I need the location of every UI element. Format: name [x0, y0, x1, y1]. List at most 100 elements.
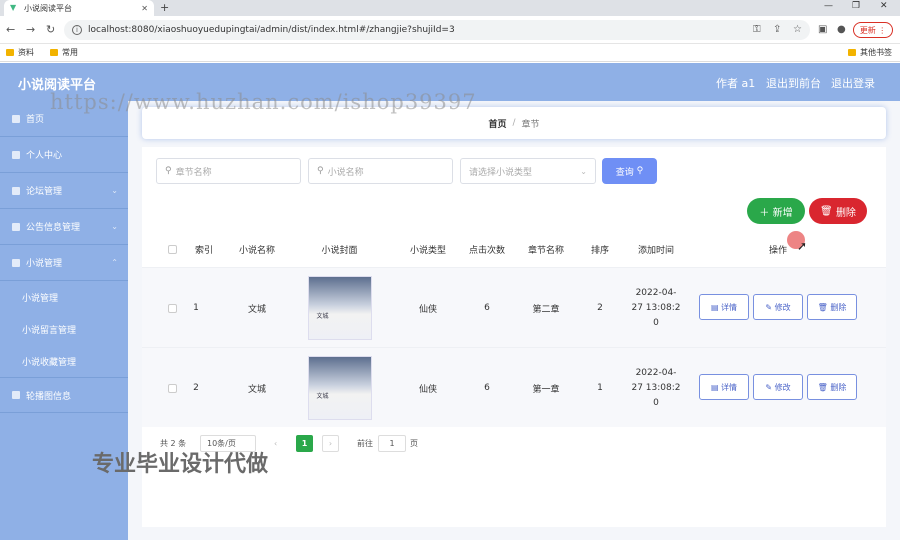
row-checkbox[interactable] [162, 348, 182, 428]
sidebar-subitem-novel-manage[interactable]: 小说管理 [0, 281, 128, 313]
edit-button[interactable]: ✎ 修改 [753, 374, 803, 400]
time-line: 27 13:08:2 [631, 382, 681, 393]
edit-button[interactable]: ✎ 修改 [753, 294, 803, 320]
back-to-front-link[interactable]: 退出到前台 [766, 75, 821, 91]
browser-tab[interactable]: ▼ 小说阅读平台 ✕ [4, 0, 154, 16]
placeholder-text: 章节名称 [175, 167, 212, 178]
query-button[interactable]: 查询 ⚲ [602, 158, 657, 184]
sidebar-subitem-novel-favorites[interactable]: 小说收藏管理 [0, 345, 128, 377]
time-line: 27 13:08:2 [631, 302, 681, 313]
folder-icon [50, 49, 58, 56]
profile-icon[interactable]: ● [837, 24, 846, 35]
forward-icon[interactable]: → [26, 23, 35, 36]
vue-logo-icon: ▼ [10, 3, 17, 12]
sidebar-item-label: 个人中心 [26, 151, 63, 161]
close-tab-icon[interactable]: ✕ [141, 4, 148, 13]
table-row: 2 文城 文城 仙侠 6 第一章 1 2022-04- 27 13:08:2 0… [142, 347, 886, 427]
update-label: 更新 [859, 25, 876, 35]
update-button[interactable]: 更新 ⋮ [853, 22, 893, 38]
doc-icon: ▤ [710, 382, 719, 392]
sidepanel-icon[interactable]: ▣ [818, 24, 827, 35]
address-bar[interactable]: i localhost:8080/xiaoshuoyuedupingtai/ad… [64, 20, 810, 40]
tab-title: 小说阅读平台 [24, 3, 72, 13]
mouse-cursor-icon: ➚ [797, 239, 808, 253]
reload-icon[interactable]: ↻ [46, 23, 55, 36]
back-icon[interactable]: ← [6, 23, 15, 36]
bookmark-label: 其他书签 [860, 48, 892, 57]
search-icon: ⚲ [317, 166, 324, 176]
add-button[interactable]: ＋ 新增 [747, 198, 805, 224]
time-line: 2022-04- [635, 367, 677, 378]
detail-button[interactable]: ▤ 详情 [699, 374, 749, 400]
novel-name-input[interactable]: ⚲ 小说名称 [308, 158, 453, 184]
grid-icon [12, 391, 20, 399]
edit-label: 修改 [774, 382, 791, 392]
new-tab-icon[interactable]: + [160, 1, 169, 14]
novel-type-select[interactable]: 请选择小说类型 ⌄ [460, 158, 596, 184]
novel-cover-image: 文城 [307, 356, 372, 420]
table-row: 1 文城 文城 仙侠 6 第二章 2 2022-04- 27 13:08:2 0… [142, 267, 886, 347]
sidebar-item-forum[interactable]: 论坛管理 ⌄ [0, 173, 128, 209]
sidebar-item-label: 小说管理 [26, 259, 63, 269]
col-chapter: 章节名称 [527, 245, 564, 256]
delete-label: 删除 [830, 382, 847, 392]
sidebar-subitem-label: 小说管理 [22, 293, 59, 304]
chapter-name-input[interactable]: ⚲ 章节名称 [156, 158, 301, 184]
logout-link[interactable]: 退出登录 [831, 75, 875, 91]
select-all-checkbox[interactable] [162, 231, 182, 267]
bookmark-folder-other[interactable]: 其他书签 [848, 47, 892, 58]
col-type: 小说类型 [409, 245, 446, 256]
delete-row-button[interactable]: 🗑 删除 [807, 374, 857, 400]
next-page-icon[interactable]: › [322, 435, 339, 452]
detail-button[interactable]: ▤ 详情 [699, 294, 749, 320]
window-close-icon[interactable]: ✕ [880, 1, 888, 11]
cell-clicks: 6 [484, 383, 490, 393]
time-line: 0 [653, 397, 659, 408]
trash-icon: 🗑 [817, 302, 828, 312]
col-clicks: 点击次数 [468, 245, 505, 256]
restore-icon[interactable]: ❐ [852, 1, 860, 11]
cell-type: 仙侠 [418, 384, 437, 395]
breadcrumb-home[interactable]: 首页 [488, 117, 506, 130]
cell-cover: 文城 [292, 348, 387, 428]
page-number-current[interactable]: 1 [296, 435, 313, 452]
book-icon [12, 258, 20, 267]
sidebar-subitem-label: 小说收藏管理 [22, 357, 77, 368]
forum-icon [12, 186, 20, 195]
bookmark-folder-changyong[interactable]: 常用 [50, 47, 78, 58]
delete-row-button[interactable]: 🗑 删除 [807, 294, 857, 320]
sidebar-item-profile[interactable]: 个人中心 [0, 137, 128, 173]
col-index: 索引 [194, 245, 213, 256]
delete-label: 删除 [835, 207, 856, 219]
sidebar-item-label: 公告信息管理 [26, 223, 81, 233]
folder-icon [848, 49, 856, 56]
sidebar-item-carousel[interactable]: 轮播图信息 [0, 377, 128, 413]
share-icon[interactable]: ⇪ [773, 24, 781, 35]
trash-icon: 🗑 [817, 382, 828, 392]
minimize-icon[interactable]: — [824, 1, 833, 11]
sidebar-subitem-novel-comments[interactable]: 小说留言管理 [0, 313, 128, 345]
sidebar-item-novel[interactable]: 小说管理 ⌃ [0, 245, 128, 281]
goto-label: 前往 [357, 439, 373, 448]
col-order: 排序 [590, 245, 609, 256]
bookmark-star-icon[interactable]: ☆ [793, 24, 802, 35]
batch-delete-button[interactable]: 🗑 删除 [809, 198, 867, 224]
cell-chapter: 第一章 [532, 384, 560, 395]
add-label: 新增 [772, 207, 793, 219]
cell-chapter: 第二章 [532, 304, 560, 315]
cell-index: 2 [193, 383, 199, 393]
row-checkbox[interactable] [162, 268, 182, 348]
edit-icon: ✎ [765, 382, 773, 392]
browser-toolbar: ← → ↻ i localhost:8080/xiaoshuoyueduping… [0, 16, 900, 44]
cover-title: 文城 [316, 313, 329, 320]
info-icon[interactable]: i [72, 25, 82, 35]
goto-page-input[interactable]: 1 [378, 435, 406, 452]
bookmark-folder-ziliao[interactable]: 资料 [6, 47, 34, 58]
doc-icon: ▤ [710, 302, 719, 312]
search-icon: ⚲ [165, 166, 172, 176]
sidebar-item-notice[interactable]: 公告信息管理 ⌄ [0, 209, 128, 245]
prev-page-icon[interactable]: ‹ [274, 435, 277, 452]
key-icon[interactable]: ⚿ [753, 24, 761, 35]
table-header: 索引 小说名称 小说封面 小说类型 点击次数 章节名称 排序 添加时间 操作 [142, 231, 886, 267]
cell-type: 仙侠 [418, 304, 437, 315]
